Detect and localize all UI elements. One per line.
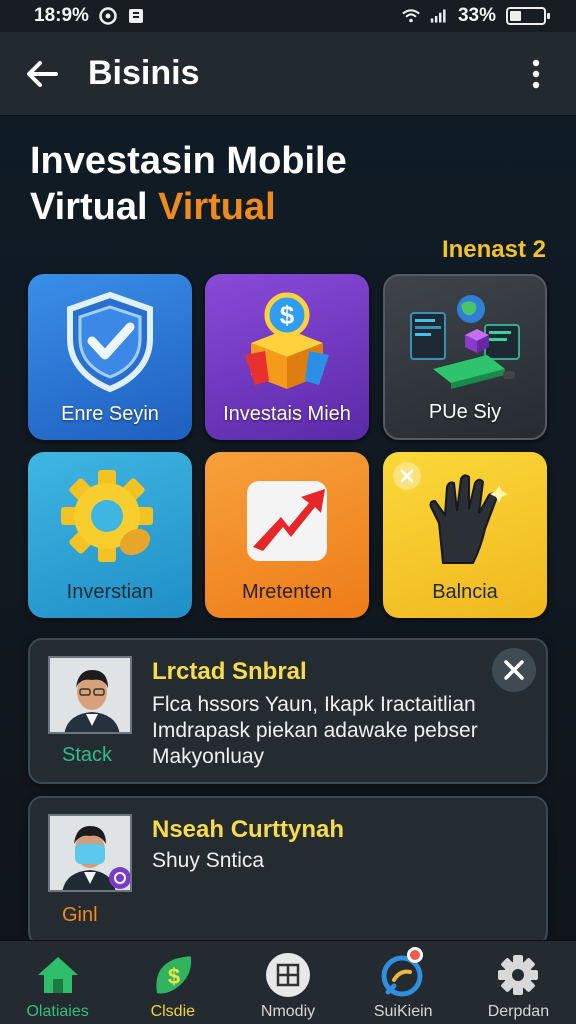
bottom-nav: Olatiaies $ Clsdie Nmodiy SuiKiein Derpd…	[0, 940, 576, 1024]
dollar-leaf-icon: $	[147, 949, 199, 1001]
nav-label: Nmodiy	[260, 1003, 316, 1020]
hero-title-accent: Virtual	[158, 186, 276, 228]
user-tag: Stack	[62, 744, 113, 766]
card-body-line: Shuy Sntica	[152, 849, 265, 872]
hand-glove-icon	[383, 464, 547, 574]
tile-mretenten[interactable]: Mretenten	[205, 452, 369, 618]
nav-label: Clsdie	[150, 1003, 196, 1020]
nav-item-derpdan[interactable]: Derpdan	[461, 941, 576, 1024]
section-tag[interactable]: Inenast 2	[442, 236, 546, 264]
grid-icon	[262, 949, 314, 1001]
card-body: Flca hssors Yaun, Ikapk Iractaitlian Imd…	[152, 692, 536, 770]
nav-label: SuiKiein	[373, 1003, 433, 1020]
tile-label: Balncia	[432, 581, 498, 603]
back-button[interactable]	[22, 54, 62, 94]
more-options-button[interactable]	[518, 52, 554, 96]
hero-title-line1: Investasin Mobile	[30, 140, 347, 182]
user-tag: Ginl	[62, 904, 98, 926]
card-body-line: Imdrapask piekan adawake pebser	[152, 719, 478, 742]
nav-item-clsdie[interactable]: $ Clsdie	[115, 941, 230, 1024]
gear-icon	[28, 464, 192, 574]
signal-icon	[430, 7, 448, 25]
tile-balncia[interactable]: Balncia	[383, 452, 547, 618]
nav-item-suikiein[interactable]: SuiKiein	[346, 941, 461, 1024]
battery-icon	[506, 7, 550, 25]
dollar-box-icon: $	[205, 286, 369, 396]
hero-title-plain: Virtual	[30, 186, 159, 228]
page-title: Bisinis	[88, 54, 200, 92]
tile-investais-mieh[interactable]: $ Investais Mieh	[205, 274, 369, 440]
more-vertical-icon	[532, 59, 540, 88]
shield-check-icon	[28, 286, 192, 396]
tile-pue-siy[interactable]: PUe Siy	[383, 274, 547, 440]
avatar	[48, 814, 132, 892]
hero-title: Investasin Mobile Virtual Virtual	[30, 138, 550, 230]
trend-up-icon	[205, 464, 369, 574]
app-bar: Bisinis	[0, 32, 576, 116]
tile-label: Mretenten	[241, 581, 333, 603]
svg-text:$: $	[168, 964, 180, 989]
card-body-line: Makyonluay	[152, 745, 265, 768]
close-icon	[504, 660, 524, 680]
avatar	[48, 656, 132, 734]
nav-label: Olatiaies	[26, 1003, 89, 1020]
wifi-icon	[402, 7, 420, 25]
card-body: Shuy Sntica	[152, 848, 536, 874]
nav-label: Derpdan	[487, 1003, 550, 1020]
hero-title-line2: Virtual Virtual	[30, 184, 550, 230]
user-card[interactable]: Ginl Nseah Curttynah Shuy Sntica	[28, 796, 548, 940]
tile-label: Enre Seyin	[61, 403, 159, 425]
user-card[interactable]: Stack Lrctad Snbral Flca hssors Yaun, Ik…	[28, 638, 548, 784]
main-content: Investasin Mobile Virtual Virtual Inenas…	[0, 116, 576, 940]
battery-level	[510, 11, 521, 21]
tile-label: PUe Siy	[428, 401, 502, 423]
card-body-line: Flca hssors Yaun, Ikapk Iractaitlian	[152, 693, 476, 716]
svg-text:$: $	[280, 300, 295, 330]
tile-label: Inverstian	[66, 581, 154, 603]
nav-item-home[interactable]: Olatiaies	[0, 941, 115, 1024]
arrow-left-icon	[27, 60, 58, 87]
battery-percent: 33%	[457, 5, 496, 26]
status-left: 18:9%	[34, 5, 145, 27]
devices-icon	[385, 288, 545, 398]
card-title: Lrctad Snbral	[152, 658, 307, 685]
media-icon	[99, 7, 117, 25]
status-right: 33%	[402, 5, 550, 27]
settings-icon	[492, 949, 544, 1001]
tile-enre-seyin[interactable]: Enre Seyin	[28, 274, 192, 440]
nav-item-nmodiy[interactable]: Nmodiy	[230, 941, 345, 1024]
home-icon	[32, 949, 84, 1001]
notification-icon	[127, 7, 145, 25]
card-close-button[interactable]	[492, 648, 536, 692]
card-title: Nseah Curttynah	[152, 816, 345, 843]
tile-inverstian[interactable]: Inverstian	[28, 452, 192, 618]
status-bar: 18:9% 33%	[0, 0, 576, 32]
tile-label: Investais Mieh	[223, 403, 351, 425]
status-time: 18:9%	[34, 5, 89, 26]
notification-badge	[406, 947, 423, 963]
